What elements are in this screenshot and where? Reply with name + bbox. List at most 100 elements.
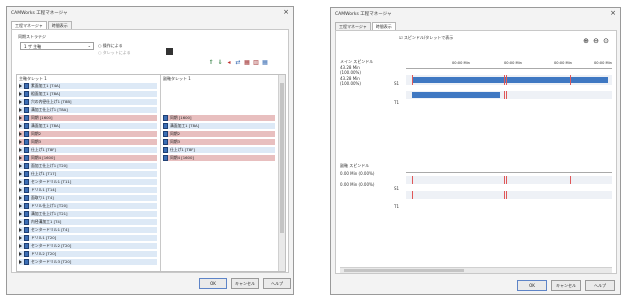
list-item[interactable]: 溝面加工1 [T8A] <box>163 123 275 129</box>
apply-icon[interactable] <box>166 48 173 55</box>
expand-icon[interactable] <box>19 172 22 176</box>
list-item-label: センタードリル1 [T4] <box>31 227 69 232</box>
expand-icon[interactable] <box>19 244 22 248</box>
split-icon[interactable]: ▦ <box>244 60 250 66</box>
expand-icon[interactable] <box>19 92 22 96</box>
list-item[interactable]: 同期2 <box>163 131 275 137</box>
list-item[interactable]: 同期4 [1600] <box>19 155 157 161</box>
expand-icon[interactable] <box>19 84 22 88</box>
ok-button[interactable]: OK <box>199 278 227 289</box>
expand-icon[interactable] <box>19 180 22 184</box>
list-item[interactable]: 溝加工仕上げ1 [T8A] <box>19 107 157 113</box>
expand-icon[interactable] <box>19 220 22 224</box>
list-item[interactable]: 仕上げ1 [T17] <box>19 171 157 177</box>
list-item-label: 内径溝加工1 [T4] <box>31 219 62 224</box>
list-item[interactable]: 同期 [1600] <box>19 115 157 121</box>
columns-icon[interactable]: ▥ <box>253 60 259 66</box>
radio-by-turret-label: タレットによる <box>102 50 131 55</box>
list-item[interactable]: 同期2 <box>19 131 157 137</box>
list-item[interactable]: 溝加工仕上げ1 [T21] <box>19 211 157 217</box>
upper-sync-marker <box>506 91 507 99</box>
list-item[interactable]: ドリル1 [T14] <box>19 187 157 193</box>
radio-by-operation[interactable]: ○ 操作による <box>98 43 123 49</box>
list-item[interactable]: ドリル仕上げ1 [T20] <box>19 203 157 209</box>
expand-icon[interactable] <box>19 204 22 208</box>
lower-track-t1 <box>406 191 612 199</box>
expand-icon[interactable] <box>19 212 22 216</box>
list-item[interactable]: 同期4 [1600] <box>163 155 275 161</box>
expand-icon[interactable] <box>19 140 22 144</box>
list-item[interactable]: センタードリル2 [T20] <box>19 243 157 249</box>
expand-icon[interactable] <box>19 260 22 264</box>
lower-ruler <box>406 166 612 173</box>
expand-icon[interactable] <box>19 228 22 232</box>
spindle-checkbox[interactable]: ☑ スピンドル/タレットで表示 <box>399 35 453 41</box>
list-item[interactable]: センタードリル3 [T20] <box>19 259 157 265</box>
list-item[interactable]: 粗面加工1 [T8A] <box>19 91 157 97</box>
lower-sync-marker <box>412 176 413 184</box>
expand-icon[interactable] <box>19 108 22 112</box>
sync-icon[interactable]: ⇄ <box>235 60 241 66</box>
list-item[interactable]: 同期 [1600] <box>163 115 275 121</box>
expand-icon[interactable] <box>19 164 22 168</box>
expand-icon[interactable] <box>19 148 22 152</box>
left-arrow-icon[interactable]: ◂ <box>226 60 232 66</box>
move-down-icon[interactable]: ⇓ <box>217 60 223 66</box>
cancel-button[interactable]: キャンセル <box>551 280 581 291</box>
expand-icon[interactable] <box>19 100 22 104</box>
expand-icon[interactable] <box>19 156 22 160</box>
list-item[interactable]: 同期3 <box>19 139 157 145</box>
operation-icon <box>163 139 168 145</box>
ok-button[interactable]: OK <box>517 280 547 291</box>
move-up-icon[interactable]: ⇑ <box>208 60 214 66</box>
list-item[interactable]: 内径溝加工1 [T4] <box>19 219 157 225</box>
list-item-label: センタードリル1 [T11] <box>31 179 72 184</box>
operation-icon <box>163 115 168 121</box>
list-item[interactable]: 仕上げ1 [T8F] <box>163 147 275 153</box>
list-item[interactable]: センタードリル1 [T4] <box>19 227 157 233</box>
list-item[interactable]: ドリル2 [T20] <box>19 251 157 257</box>
upper-sync-marker <box>570 75 571 85</box>
expand-icon[interactable] <box>19 188 22 192</box>
expand-icon[interactable] <box>19 116 22 120</box>
expand-icon[interactable] <box>19 132 22 136</box>
lower-sync-marker <box>504 191 505 199</box>
expand-icon[interactable] <box>19 236 22 240</box>
left-window-title: CAMWorks 工程マネージャ <box>11 11 68 16</box>
scrollbar-thumb[interactable] <box>280 83 284 233</box>
lower-track-s1 <box>406 176 612 184</box>
radio-by-turret[interactable]: ○ タレットによる <box>98 50 131 56</box>
timeline-hscrollbar[interactable] <box>340 267 612 273</box>
cancel-button[interactable]: キャンセル <box>231 278 259 289</box>
list-item[interactable]: ドリル1 [T20] <box>19 235 157 241</box>
list-item-label: 粗面加工1 [T8A] <box>31 91 61 96</box>
upper-ruler: 00:00 Min 00:00 Min 00:00 Min 00:00 Min <box>406 61 612 69</box>
zoom-fit-icon[interactable]: ⊙ <box>602 38 610 45</box>
close-icon[interactable]: × <box>610 9 616 17</box>
radio-by-operation-label: 操作による <box>102 43 123 48</box>
help-button[interactable]: ヘルプ <box>263 278 291 289</box>
zoom-in-icon[interactable]: ⊕ <box>582 38 590 45</box>
close-icon[interactable]: × <box>283 8 289 16</box>
expand-icon[interactable] <box>19 196 22 200</box>
list-item-label: 同期3 <box>170 139 181 144</box>
grid-icon[interactable]: ▦ <box>262 60 268 66</box>
list-item[interactable]: 溝面加工1 [T8A] <box>19 123 157 129</box>
list-item[interactable]: 素面加工1 [T4A] <box>19 83 157 89</box>
list-item[interactable]: センタードリル1 [T11] <box>19 179 157 185</box>
scrollbar-thumb[interactable] <box>344 269 464 272</box>
help-button[interactable]: ヘルプ <box>585 280 615 291</box>
list-scrollbar[interactable] <box>278 75 285 271</box>
zoom-out-icon[interactable]: ⊖ <box>592 38 600 45</box>
list-item[interactable]: 面取り1 [T4] <box>19 195 157 201</box>
list-item[interactable]: 穴の内径仕上げ1 [T8B] <box>19 99 157 105</box>
expand-icon[interactable] <box>19 124 22 128</box>
list-item[interactable]: 同期3 <box>163 139 275 145</box>
left-window: CAMWorks 工程マネージャ × 工程マネージャ 時間表示 同期ストラテジ … <box>6 6 294 295</box>
expand-icon[interactable] <box>19 252 22 256</box>
lower-spindle-title: 副軸 スピンドル <box>340 163 370 168</box>
spindle-combo[interactable]: 1 ザ 主軸 ⌄ <box>20 42 94 50</box>
list-item-label: 仕上げ1 [T8F] <box>31 147 56 152</box>
list-item[interactable]: 面加工仕上げ1 [T20] <box>19 163 157 169</box>
list-item[interactable]: 仕上げ1 [T8F] <box>19 147 157 153</box>
